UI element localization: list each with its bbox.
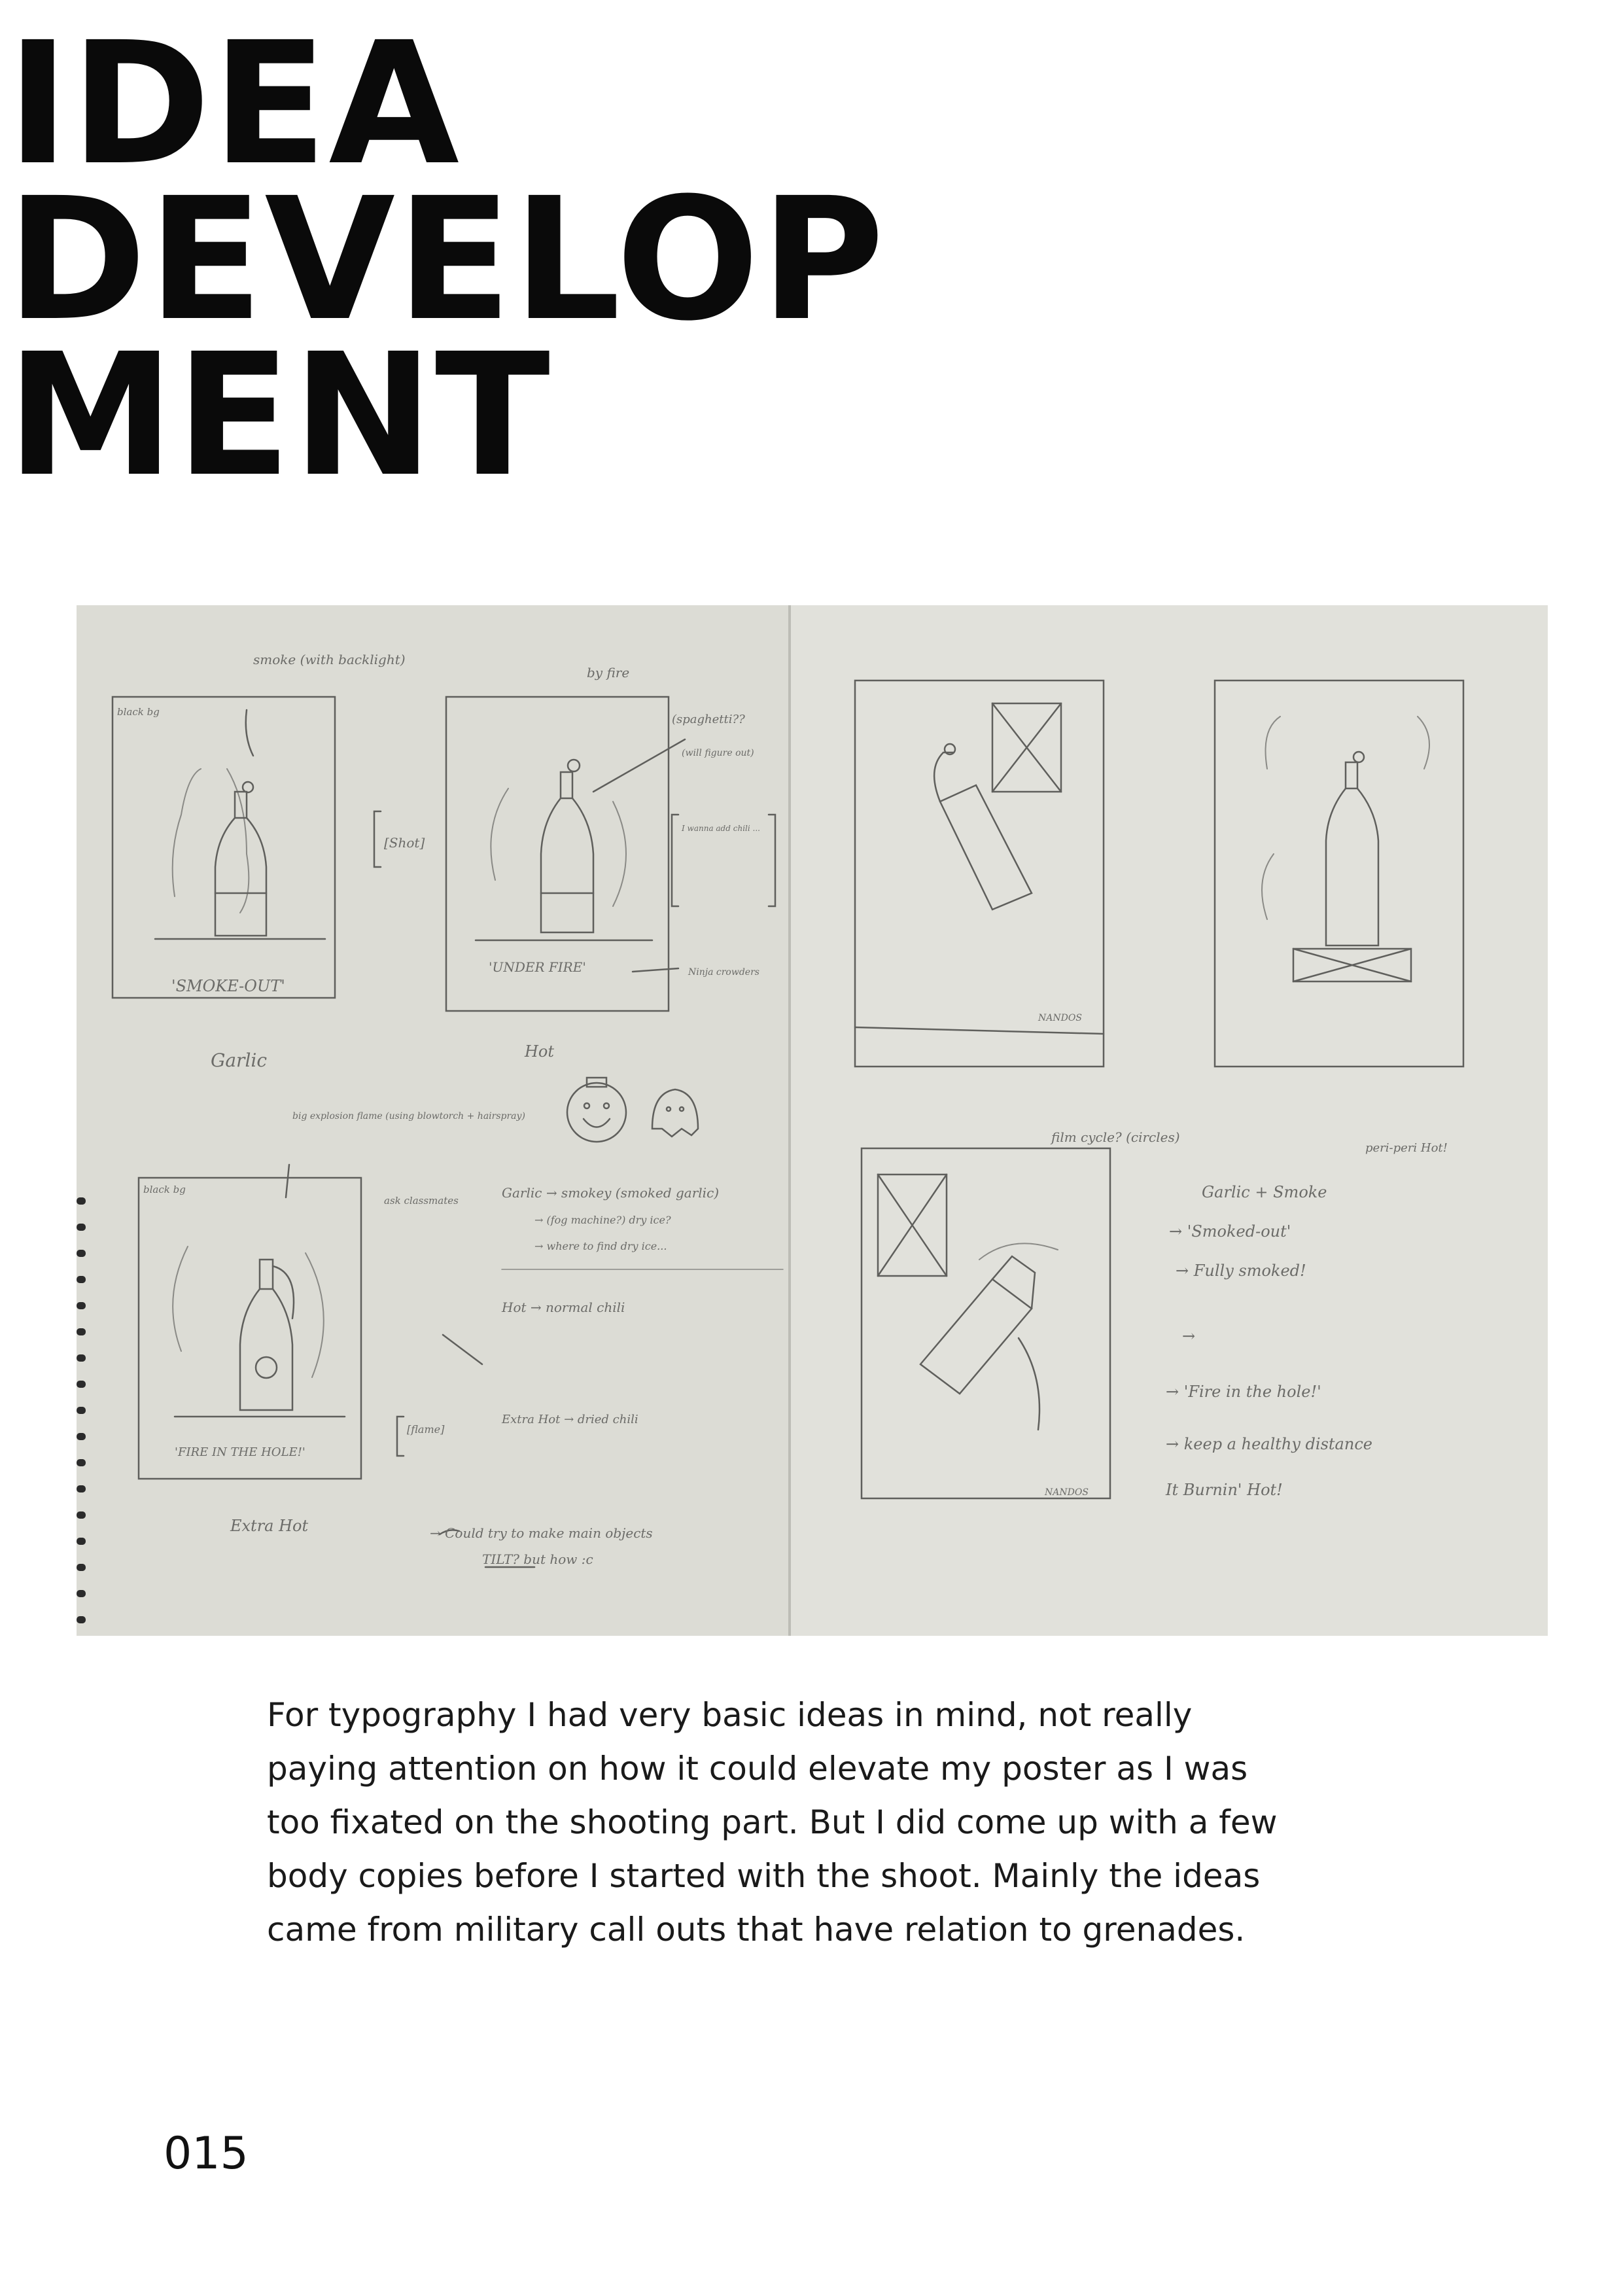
note-smoke-backlight: smoke (with backlight) <box>253 652 406 667</box>
note-fire-in-the-hole: 'FIRE IN THE HOLE!' <box>175 1445 305 1459</box>
note-smoked-out: → 'Smoked-out' <box>1169 1222 1291 1241</box>
note-add-chili: I wanna add chili ... <box>681 824 760 833</box>
sketchbook-drawing: smoke (with backlight) by fire black bg … <box>77 605 1548 1636</box>
page-number: 015 <box>164 2128 249 2180</box>
note-flame: [flame] <box>407 1423 445 1436</box>
note-big-explosion: big explosion flame (using blowtorch + h… <box>292 1111 525 1122</box>
note-ninja-crowders: Ninja crowders <box>688 967 759 978</box>
note-peri-peri: peri-peri Hot! <box>1365 1141 1448 1155</box>
note-garlic: Garlic <box>211 1050 267 1071</box>
note-under-fire: 'UNDER FIRE' <box>489 959 586 975</box>
note-nandos-2: NANDOS <box>1044 1487 1089 1498</box>
note-hot-normal-chili: Hot → normal chili <box>501 1299 625 1315</box>
note-dry-ice: → where to find dry ice... <box>534 1240 667 1252</box>
note-ask-classmates: ask classmates <box>384 1195 459 1207</box>
note-burnin-hot: It Burnin' Hot! <box>1165 1481 1283 1499</box>
note-smoke-out: 'SMOKE-OUT' <box>171 977 285 995</box>
note-black-bg-2: black bg <box>143 1184 186 1195</box>
note-hot: Hot <box>524 1042 554 1061</box>
note-will-figure-out: (will figure out) <box>682 748 754 758</box>
note-tilt: TILT? but how :c <box>482 1551 593 1567</box>
note-fully-smoked: → Fully smoked! <box>1176 1262 1306 1280</box>
note-shot: [Shot] <box>384 835 425 851</box>
note-extra-hot-dried-chili: Extra Hot → dried chili <box>501 1413 638 1426</box>
note-black-bg-1: black bg <box>117 706 160 718</box>
note-garlic-smoke: Garlic + Smoke <box>1202 1183 1327 1201</box>
page-title-line-2: DEVELOP <box>7 162 886 358</box>
page-title-line-1: IDEA <box>7 6 461 202</box>
note-by-fire: by fire <box>587 665 629 680</box>
note-keep-distance: → keep a healthy distance <box>1166 1435 1372 1453</box>
note-extra-hot: Extra Hot <box>230 1517 308 1535</box>
note-spaghetti: (spaghetti?? <box>672 713 745 726</box>
note-fog-machine: → (fog machine?) dry ice? <box>534 1214 671 1226</box>
note-nandos-1: NANDOS <box>1038 1013 1082 1023</box>
note-could-try: → Could try to make main objects <box>430 1525 653 1541</box>
note-fire-in-the-hole-2: → 'Fire in the hole!' <box>1166 1383 1321 1401</box>
note-garlic-smokey: Garlic → smokey (smoked garlic) <box>502 1185 719 1201</box>
body-copy: For typography I had very basic ideas in… <box>267 1696 1278 1949</box>
page-title: IDEA DEVELOP MENT <box>7 6 886 514</box>
sketchbook-photo: smoke (with backlight) by fire black bg … <box>77 605 1548 1636</box>
page-title-line-3: MENT <box>7 317 551 514</box>
note-film-cycle: film cycle? (circles) <box>1050 1129 1180 1145</box>
note-arrow: → <box>1182 1327 1195 1345</box>
